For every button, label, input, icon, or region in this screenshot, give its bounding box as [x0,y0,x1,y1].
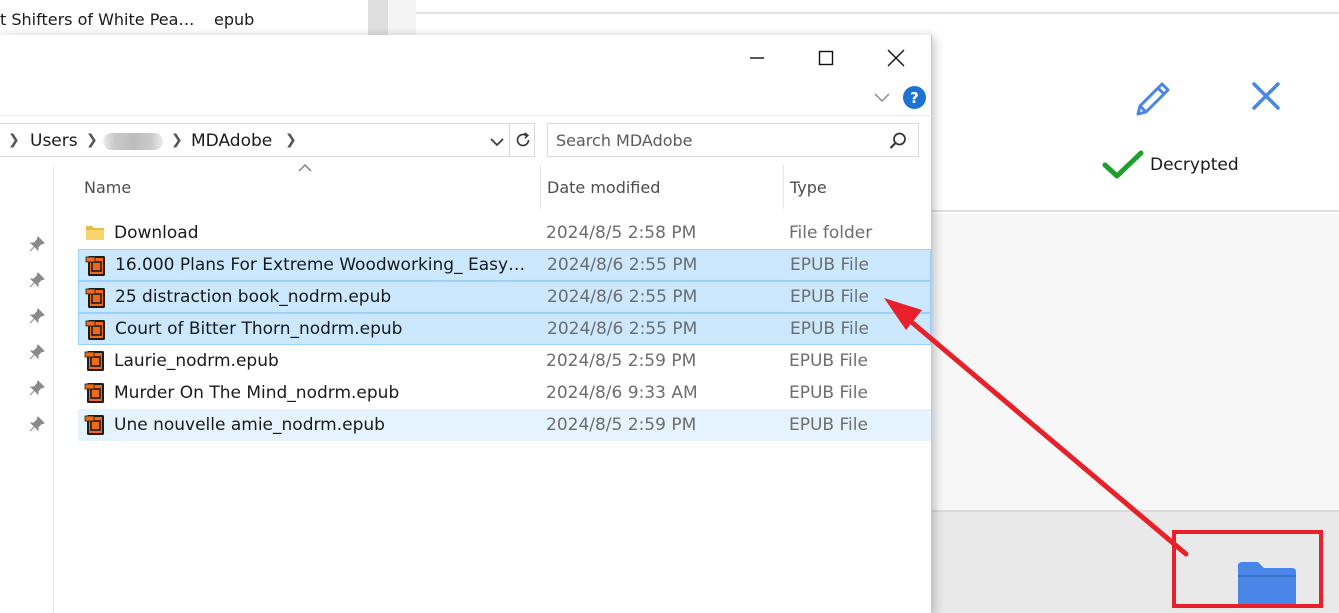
breadcrumb-mdadobe[interactable]: MDAdobe [191,131,272,151]
file-date-modified: 2024/8/6 2:55 PM [547,287,698,307]
file-name: 16.000 Plans For Extreme Woodworking_ Ea… [115,255,527,275]
remove-button[interactable] [1248,78,1284,114]
folder-icon [84,222,106,244]
chevron-down-icon [874,93,890,103]
edit-button[interactable] [1130,74,1176,120]
background-list-row[interactable]: t Shifters of White Pea… epub [0,0,368,40]
file-date-modified: 2024/8/5 2:59 PM [546,351,697,371]
file-row[interactable]: Download 2024/8/5 2:58 PM File folder [78,217,931,249]
search-icon[interactable] [888,131,908,151]
chevron-right-icon: ❯ [8,132,20,148]
refresh-icon [516,132,529,147]
file-type: EPUB File [790,287,869,307]
navigation-pane [0,165,54,613]
ribbon-divider [0,115,932,116]
background-scrollbar[interactable] [368,0,388,40]
status-badge: Decrypted [1102,150,1239,180]
pencil-icon [1136,82,1170,116]
status-label: Decrypted [1150,155,1239,175]
close-icon [887,49,905,67]
file-date-modified: 2024/8/6 9:33 AM [546,383,698,403]
file-row[interactable]: Une nouvelle amie_nodrm.epub 2024/8/5 2:5… [78,409,931,441]
epub-file-icon [84,414,106,436]
column-header-type[interactable]: Type [783,165,932,209]
pin-icon[interactable] [28,235,46,253]
file-name: Download [114,223,199,243]
file-type: EPUB File [789,383,868,403]
breadcrumb-redacted-user[interactable] [103,133,163,150]
file-name: 25 distraction book_nodrm.epub [115,287,392,307]
file-date-modified: 2024/8/5 2:59 PM [546,415,697,435]
minimize-icon [750,57,764,59]
file-name: Une nouvelle amie_nodrm.epub [114,415,385,435]
checkmark-icon [1102,150,1144,179]
minimize-button[interactable] [722,35,792,81]
chevron-right-icon: ❯ [285,132,297,148]
file-type: EPUB File [790,319,869,339]
pin-icon[interactable] [28,343,46,361]
pin-icon[interactable] [28,415,46,433]
column-header-date-modified[interactable]: Date modified [540,165,779,209]
epub-file-icon [84,382,106,404]
close-icon [1252,82,1280,110]
file-date-modified: 2024/8/6 2:55 PM [547,319,698,339]
search-box[interactable] [547,123,919,157]
chevron-down-icon [490,138,504,147]
epub-file-icon [85,287,107,309]
maximize-button[interactable] [791,35,861,81]
chevron-right-icon: ❯ [86,132,98,148]
expand-ribbon-button[interactable] [872,87,892,107]
file-row[interactable]: Murder On The Mind_nodrm.epub 2024/8/6 9:… [78,377,931,409]
background-row-title: t Shifters of White Pea… [0,10,195,29]
refresh-button[interactable] [509,124,535,156]
file-row[interactable]: Court of Bitter Thorn_nodrm.epub 2024/8/6… [78,313,931,345]
background-divider [388,0,416,40]
file-row[interactable]: 25 distraction book_nodrm.epub 2024/8/6 2… [78,281,931,313]
epub-file-icon [84,350,106,372]
file-type: File folder [789,223,873,243]
column-header-name[interactable]: Name [78,165,536,209]
breadcrumb-users[interactable]: Users [30,131,78,151]
address-bar[interactable]: ❯ Users ❯ ❯ MDAdobe ❯ [0,123,535,157]
maximize-icon [818,50,834,66]
annotation-highlight-box [1172,530,1323,608]
file-name: Murder On The Mind_nodrm.epub [114,383,400,403]
file-list: Download 2024/8/5 2:58 PM File folder 16.00… [78,217,931,441]
chevron-right-icon: ❯ [171,132,183,148]
close-window-button[interactable] [861,35,931,81]
search-input[interactable] [556,128,876,152]
epub-file-icon [85,319,107,341]
question-mark-icon: ? [910,88,919,107]
pin-icon[interactable] [28,271,46,289]
file-row[interactable]: Laurie_nodrm.epub 2024/8/5 2:59 PM EPUB Fi… [78,345,931,377]
pin-icon[interactable] [28,379,46,397]
address-history-dropdown[interactable] [487,132,507,152]
file-type: EPUB File [789,415,868,435]
file-name: Court of Bitter Thorn_nodrm.epub [115,319,403,339]
help-button[interactable]: ? [903,86,926,109]
epub-file-icon [85,255,107,277]
file-type: EPUB File [790,255,869,275]
file-type: EPUB File [789,351,868,371]
pin-icon[interactable] [28,307,46,325]
file-name: Laurie_nodrm.epub [114,351,279,371]
background-content-area [932,214,1339,510]
background-row-format: epub [214,10,255,29]
file-date-modified: 2024/8/5 2:58 PM [546,223,697,243]
file-date-modified: 2024/8/6 2:55 PM [547,255,698,275]
file-row[interactable]: 16.000 Plans For Extreme Woodworking_ Ea… [78,249,931,281]
